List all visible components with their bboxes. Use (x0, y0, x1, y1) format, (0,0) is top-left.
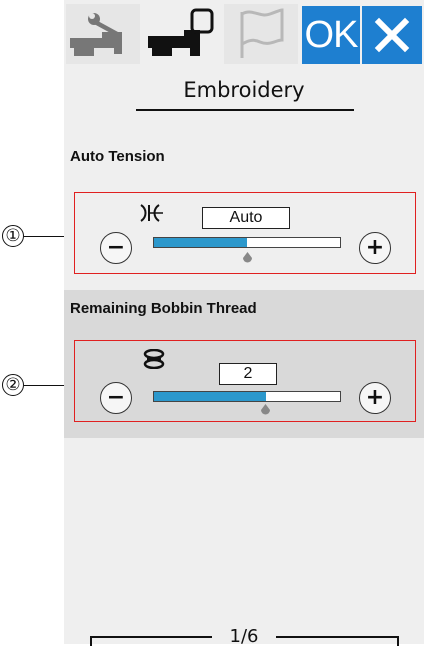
bobbin-value: 2 (219, 363, 277, 385)
bobbin-increase-button[interactable]: + (359, 382, 391, 414)
flag-icon (224, 4, 298, 64)
tension-decrease-button[interactable]: − (100, 232, 132, 264)
callout-2: ② (2, 374, 24, 396)
close-icon (374, 17, 410, 53)
tension-increase-button[interactable]: + (359, 232, 391, 264)
tab-bar: OK (64, 0, 424, 68)
bobbin-label: Remaining Bobbin Thread (70, 300, 257, 317)
tension-slider[interactable] (153, 237, 341, 248)
tension-marker-icon (242, 252, 252, 263)
embroidery-machine-icon (144, 4, 218, 64)
bobbin-decrease-button[interactable]: − (100, 382, 132, 414)
bobbin-marker-icon (261, 404, 271, 415)
tension-icon (140, 204, 163, 222)
tension-value: Auto (202, 207, 290, 229)
tab-embroidery[interactable] (144, 4, 218, 64)
tab-flag[interactable] (224, 4, 298, 64)
close-button[interactable] (362, 6, 422, 64)
tension-slider-fill (154, 238, 247, 247)
callout-1: ① (2, 225, 24, 247)
page-indicator: 1/6 (64, 626, 424, 647)
wrench-machine-icon (66, 4, 140, 64)
title-underline (136, 109, 354, 111)
tab-settings[interactable] (66, 4, 140, 64)
page-title: Embroidery (183, 78, 305, 102)
machine-screen: OK Embroidery Auto Tension − Auto + Rema… (64, 0, 424, 644)
ok-button[interactable]: OK (302, 6, 360, 64)
bobbin-slider[interactable] (153, 391, 341, 402)
pager-right-line (276, 636, 398, 638)
auto-tension-label: Auto Tension (70, 148, 165, 165)
bobbin-panel: − 2 + (74, 340, 416, 422)
bobbin-icon (143, 349, 165, 369)
auto-tension-panel: − Auto + (74, 192, 416, 274)
bobbin-slider-fill (154, 392, 266, 401)
pager-right-tick (397, 636, 399, 646)
pager-left-line (90, 636, 212, 638)
pager-left-tick (90, 636, 92, 646)
